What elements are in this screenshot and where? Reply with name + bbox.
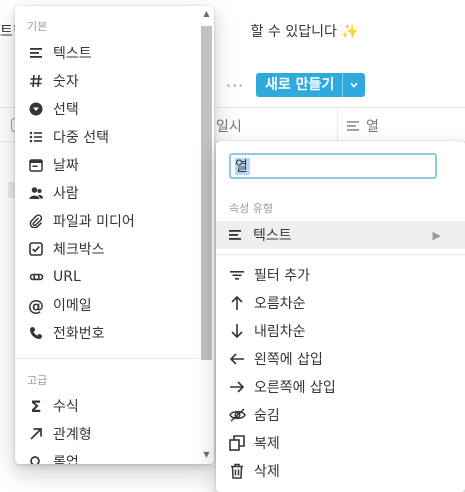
type-option-files[interactable]: 파일과 미디어 <box>15 207 199 235</box>
text-icon <box>28 45 44 61</box>
column-divider <box>337 107 338 141</box>
type-option-rollup[interactable]: 롤업 <box>15 448 199 464</box>
column-header-datetime[interactable]: 일시 <box>216 116 242 136</box>
arrow-left-icon <box>228 350 246 368</box>
column-name-input[interactable] <box>229 153 437 179</box>
action-label: 복제 <box>254 436 280 452</box>
phone-icon <box>28 325 44 341</box>
type-option-phone[interactable]: 전화번호 <box>15 319 199 347</box>
type-option-url[interactable]: URL <box>15 263 199 291</box>
action-label: 오름차순 <box>254 296 306 312</box>
type-option-label: 파일과 미디어 <box>53 214 135 230</box>
chevron-down-icon[interactable] <box>343 80 365 90</box>
type-option-date[interactable]: 날짜 <box>15 151 199 179</box>
type-option-label: 숫자 <box>53 74 79 90</box>
paperclip-icon <box>28 213 44 229</box>
calendar-icon <box>28 157 44 173</box>
type-option-multi-select[interactable]: 다중 선택 <box>15 123 199 151</box>
type-option-number[interactable]: 숫자 <box>15 67 199 95</box>
new-button-label[interactable]: 새로 만들기 <box>256 73 342 97</box>
select-icon <box>28 101 44 117</box>
type-option-label: 롤업 <box>53 455 79 464</box>
filter-icon <box>228 266 246 284</box>
type-option-label: 관계형 <box>53 427 92 443</box>
at-icon: @ <box>28 295 44 315</box>
type-option-text[interactable]: 텍스트 <box>15 39 199 67</box>
arrow-right-icon <box>228 378 246 396</box>
type-option-relation[interactable]: 관계형 <box>15 420 199 448</box>
insert-left-item[interactable]: 왼쪽에 삽입 <box>216 345 465 373</box>
multi-select-icon <box>28 129 44 145</box>
number-icon <box>28 73 44 89</box>
hide-item[interactable]: 숨김 <box>216 401 465 429</box>
duplicate-item[interactable]: 복제 <box>216 429 465 457</box>
action-label: 숨김 <box>254 408 280 424</box>
type-option-label: 사람 <box>53 186 79 202</box>
type-option-label: 수식 <box>53 399 79 415</box>
delete-item[interactable]: 삭제 <box>216 457 465 485</box>
filter-add-item[interactable]: 필터 추가 <box>216 261 465 289</box>
sort-ascending-item[interactable]: 오름차순 <box>216 289 465 317</box>
type-option-label: 다중 선택 <box>53 130 109 146</box>
scroll-down-arrow-icon[interactable]: ▼ <box>201 450 212 459</box>
sort-descending-item[interactable]: 내림차순 <box>216 317 465 345</box>
type-option-email[interactable]: @ 이메일 <box>15 291 199 319</box>
menu-divider <box>216 254 465 255</box>
text-icon <box>347 121 359 131</box>
property-type-label: 속성 유형 <box>229 202 273 215</box>
type-option-label: 텍스트 <box>53 46 92 62</box>
type-option-label: 이메일 <box>53 298 92 314</box>
menu-divider <box>15 358 199 359</box>
type-option-person[interactable]: 사람 <box>15 179 199 207</box>
action-label: 삭제 <box>254 464 280 480</box>
current-type-label: 텍스트 <box>253 228 292 244</box>
insert-right-item[interactable]: 오른쪽에 삽입 <box>216 373 465 401</box>
column-header-text[interactable]: 열 <box>346 116 379 136</box>
sparkle-icon: ✨ <box>341 24 359 40</box>
arrow-up-icon <box>228 294 246 312</box>
type-option-label: URL <box>53 269 81 285</box>
sigma-icon: Σ <box>30 396 42 416</box>
arrow-up-right-icon <box>28 426 44 442</box>
action-label: 필터 추가 <box>254 268 310 284</box>
search-icon <box>28 454 44 464</box>
column-header-text-label: 열 <box>366 119 379 135</box>
duplicate-icon <box>228 434 246 452</box>
column-options-menu: 속성 유형 텍스트 ▶ 필터 추가 오름차순 내림차순 왼쪽에 삽입 오른쪽에 … <box>216 141 465 492</box>
eye-off-icon <box>228 406 246 424</box>
type-option-label: 선택 <box>53 102 79 118</box>
type-option-label: 전화번호 <box>53 326 105 342</box>
checkbox-icon <box>28 241 44 257</box>
arrow-down-icon <box>228 322 246 340</box>
more-options-button[interactable]: ··· <box>226 76 244 95</box>
action-label: 왼쪽에 삽입 <box>254 352 323 368</box>
scroll-up-arrow-icon[interactable]: ▲ <box>201 9 212 18</box>
type-option-formula[interactable]: Σ 수식 <box>15 392 199 420</box>
basic-section-label: 기본 <box>27 20 48 33</box>
trash-icon <box>228 462 246 480</box>
action-label: 오른쪽에 삽입 <box>254 380 336 396</box>
type-option-label: 체크박스 <box>53 242 105 258</box>
action-label: 내림차순 <box>254 324 306 340</box>
submenu-arrow-icon: ▶ <box>432 228 441 242</box>
property-type-menu: 기본 텍스트 숫자 선택 다중 선택 날짜 사람 파일과 미디어 체크박스 UR… <box>15 6 214 464</box>
type-option-label: 날짜 <box>53 158 79 174</box>
current-type-row[interactable]: 텍스트 ▶ <box>216 221 465 249</box>
type-option-checkbox[interactable]: 체크박스 <box>15 235 199 263</box>
new-button[interactable]: 새로 만들기 <box>256 73 366 97</box>
banner-text-right: 할 수 있답니다 <box>250 24 337 40</box>
link-icon <box>28 269 44 285</box>
advanced-section-label: 고급 <box>27 374 48 387</box>
text-icon <box>227 227 243 243</box>
type-option-select[interactable]: 선택 <box>15 95 199 123</box>
scrollbar-thumb[interactable] <box>201 26 212 360</box>
person-icon <box>28 185 44 201</box>
